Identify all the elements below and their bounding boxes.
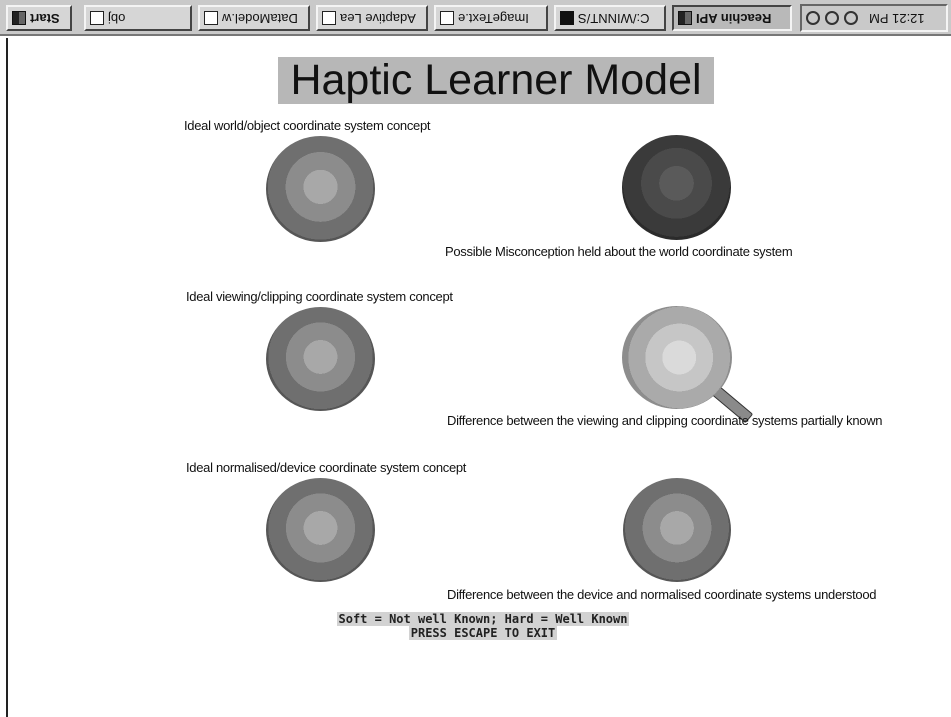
page-title: Haptic Learner Model xyxy=(278,57,714,104)
learner-normalised-sphere xyxy=(623,478,731,582)
taskbar-button-winnt[interactable]: C:/WINNT/S xyxy=(554,5,666,31)
browser-icon xyxy=(322,11,336,25)
taskbar-button-label: Adaptive Lea xyxy=(340,10,416,26)
learner-model-caption: Difference between the viewing and clipp… xyxy=(447,413,883,428)
legend: Soft = Not well Known; Hard = Well Known… xyxy=(288,612,678,640)
window-border xyxy=(6,38,8,717)
learner-model-caption: Possible Misconception held about the wo… xyxy=(445,244,793,259)
image-icon xyxy=(440,11,454,25)
taskbar-button-datamodel[interactable]: DataModel.w xyxy=(198,5,310,31)
taskbar-button-adaptive[interactable]: Adaptive Lea xyxy=(316,5,428,31)
windows-logo-icon xyxy=(12,11,26,25)
taskbar-button-reachin[interactable]: Reachin API xyxy=(672,5,792,31)
app-icon xyxy=(678,11,692,25)
exit-instruction: PRESS ESCAPE TO EXIT xyxy=(408,626,558,640)
clock[interactable]: 12:21 PM xyxy=(869,11,925,26)
console-icon xyxy=(560,11,574,25)
learner-world-sphere xyxy=(622,135,731,240)
taskbar-button-label: C:/WINNT/S xyxy=(578,10,650,26)
volume-icon[interactable] xyxy=(806,11,820,25)
ideal-viewing-sphere xyxy=(266,307,375,411)
ideal-concept-caption: Ideal viewing/clipping coordinate system… xyxy=(186,289,453,304)
ideal-world-sphere xyxy=(266,136,375,242)
system-tray: 12:21 PM xyxy=(800,4,948,32)
network-icon[interactable] xyxy=(825,11,839,25)
learner-model-caption: Difference between the device and normal… xyxy=(447,587,877,602)
taskbar-button-label: ImageText.e xyxy=(458,10,529,26)
taskbar-button-label: DataModel.w xyxy=(222,10,298,26)
legend-text: Soft = Not well Known; Hard = Well Known xyxy=(336,612,630,626)
taskbar-button-label: Reachin API xyxy=(696,10,772,26)
taskbar-button-imagetext[interactable]: ImageText.e xyxy=(434,5,548,31)
ideal-normalised-sphere xyxy=(266,478,375,582)
taskbar-button-label: obj xyxy=(108,10,126,26)
document-icon xyxy=(204,11,218,25)
ideal-concept-caption: Ideal world/object coordinate system con… xyxy=(184,118,431,133)
taskbar-button-obj[interactable]: obj xyxy=(84,5,192,31)
language-icon[interactable] xyxy=(844,11,858,25)
start-label: Start xyxy=(30,10,60,26)
taskbar: Start obj DataModel.w Adaptive Lea Image… xyxy=(0,0,951,36)
ideal-concept-caption: Ideal normalised/device coordinate syste… xyxy=(186,460,467,475)
learner-viewing-sphere xyxy=(622,306,732,409)
start-button[interactable]: Start xyxy=(6,5,72,31)
folder-icon xyxy=(90,11,104,25)
